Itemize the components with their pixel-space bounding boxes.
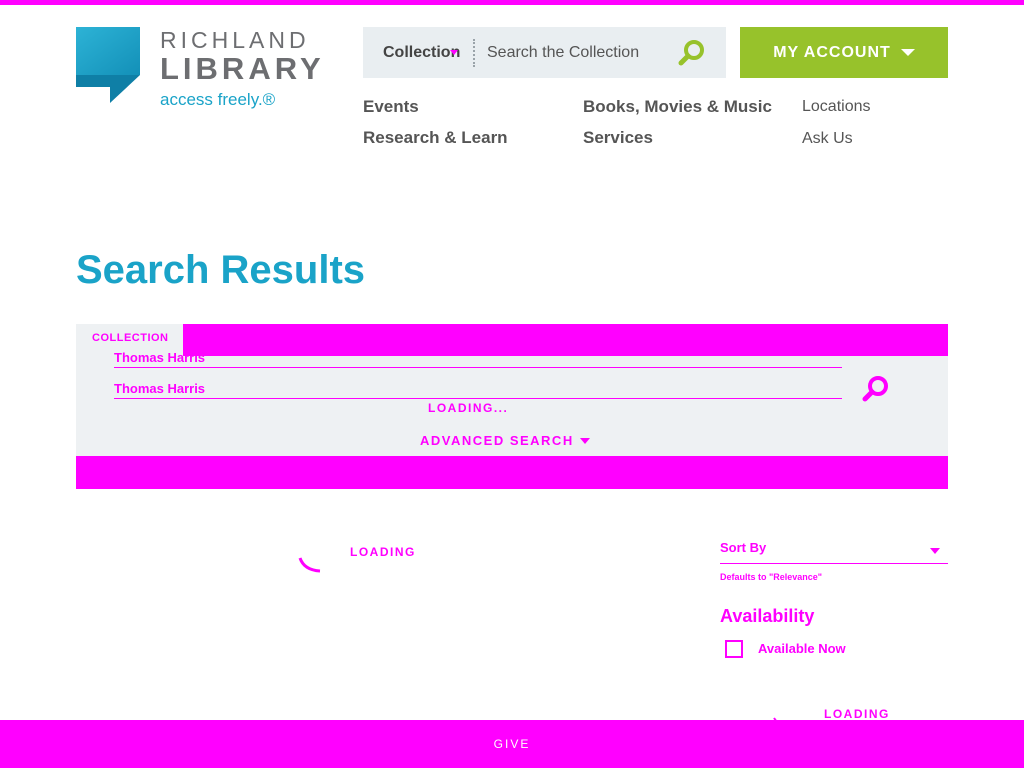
nav-locations[interactable]: Locations [802,98,871,116]
results-loading-text: LOADING [350,545,416,559]
panel-loading-text: LOADING... [428,401,509,415]
give-bar: GIVE [0,720,1024,768]
chevron-down-icon [900,49,915,56]
chevron-down-icon [450,50,458,55]
tab-collection[interactable]: COLLECTION [92,332,169,344]
search-icon[interactable] [861,374,891,404]
top-stripe [0,0,1024,5]
my-account-button[interactable]: MY ACCOUNT [740,27,948,78]
advanced-search-toggle[interactable]: ADVANCED SEARCH [420,433,590,448]
my-account-label: MY ACCOUNT [773,43,891,61]
nav-services[interactable]: Services [583,128,653,148]
panel-bottom-bar [76,456,948,489]
search-divider [473,39,475,67]
nav-research-learn[interactable]: Research & Learn [363,128,508,148]
loading-spinner-icon [298,557,321,573]
header-search-bar: Collection [363,27,726,78]
nav-events[interactable]: Events [363,97,419,117]
chevron-down-icon [930,548,940,554]
available-now-checkbox[interactable] [725,640,743,658]
nav-books-movies-music[interactable]: Books, Movies & Music [583,97,772,117]
search-field-1[interactable]: Thomas Harris [114,350,842,368]
logo-wordmark-line2: LIBRARY [160,51,325,86]
richland-library-logo[interactable]: RICHLAND LIBRARY access freely.® [76,27,336,117]
nav-ask-us[interactable]: Ask Us [802,130,853,148]
sidebar-loading-text: LOADING [824,707,890,721]
search-scope-dropdown[interactable]: Collection [383,44,460,62]
search-icon[interactable] [677,38,707,68]
give-link[interactable]: GIVE [0,737,1024,751]
search-panel: COLLECTION Thomas Harris Thomas Harris L… [76,324,948,489]
logo-wordmark-line1: RICHLAND [160,27,310,53]
page-title: Search Results [76,248,366,292]
sort-default-note: Defaults to "Relevance" [720,572,823,582]
sort-by-dropdown[interactable]: Sort By [720,540,948,564]
search-input[interactable] [487,41,667,65]
library-logo-icon [76,27,140,103]
sort-by-label: Sort By [720,540,767,555]
chevron-down-icon [579,437,590,444]
available-now-label[interactable]: Available Now [758,641,846,656]
search-field-2[interactable]: Thomas Harris [114,381,842,399]
availability-heading: Availability [720,606,815,626]
advanced-search-label: ADVANCED SEARCH [420,433,574,448]
logo-tagline: access freely.® [160,90,276,109]
